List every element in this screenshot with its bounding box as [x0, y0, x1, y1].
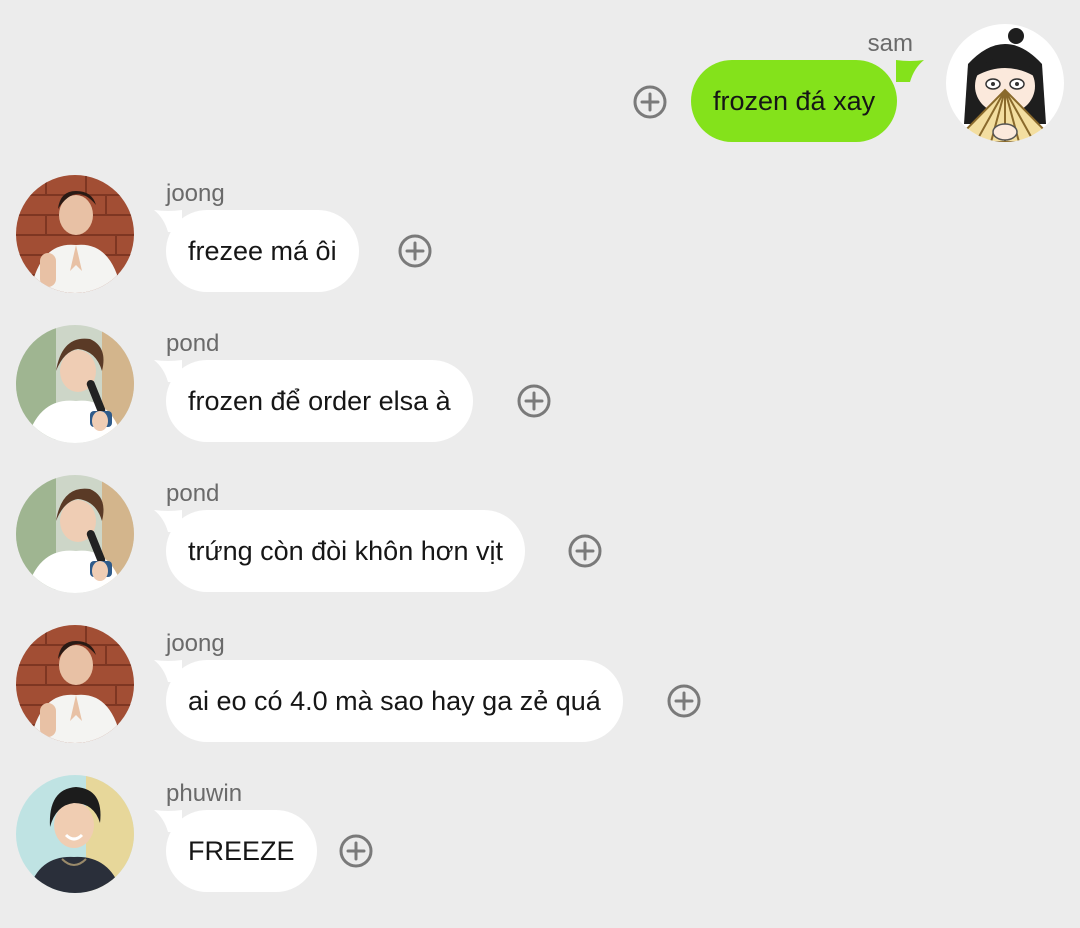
bubble-tail [896, 58, 926, 82]
message-text: frozen để order elsa à [188, 385, 451, 416]
add-reaction-icon[interactable] [632, 84, 668, 120]
sender-name: sam [867, 30, 913, 57]
sender-name: pond [166, 480, 220, 507]
message-incoming: pond trứng còn đòi khôn hơn vịt [0, 450, 1080, 600]
avatar-joong[interactable] [16, 625, 134, 743]
add-reaction-icon[interactable] [516, 383, 552, 419]
add-reaction-icon[interactable] [397, 233, 433, 269]
message-text: trứng còn đòi khôn hơn vịt [188, 535, 503, 566]
add-reaction-icon[interactable] [567, 533, 603, 569]
sender-name: joong [166, 180, 225, 207]
message-incoming: phuwin FREEZE [0, 750, 1080, 900]
add-reaction-icon[interactable] [338, 833, 374, 869]
message-bubble[interactable]: frozen để order elsa à [166, 360, 473, 442]
message-text: frezee má ôi [188, 235, 337, 266]
avatar-pond[interactable] [16, 325, 134, 443]
message-bubble[interactable]: frezee má ôi [166, 210, 359, 292]
message-bubble[interactable]: ai eo có 4.0 mà sao hay ga zẻ quá [166, 660, 623, 742]
message-incoming: pond frozen để order elsa à [0, 300, 1080, 450]
avatar-pond[interactable] [16, 475, 134, 593]
message-outgoing: sam frozen đá xay [0, 0, 1080, 150]
avatar-phuwin[interactable] [16, 775, 134, 893]
message-bubble[interactable]: trứng còn đòi khôn hơn vịt [166, 510, 525, 592]
avatar-sam[interactable] [946, 24, 1064, 142]
message-text: frozen đá xay [713, 85, 876, 116]
message-bubble[interactable]: frozen đá xay [691, 60, 898, 142]
add-reaction-icon[interactable] [666, 683, 702, 719]
avatar-joong[interactable] [16, 175, 134, 293]
message-incoming: joong frezee má ôi [0, 150, 1080, 300]
chat-thread: sam frozen đá xay joong frezee má ôi pon… [0, 0, 1080, 928]
sender-name: pond [166, 330, 220, 357]
message-bubble[interactable]: FREEZE [166, 810, 317, 892]
message-text: FREEZE [188, 835, 295, 866]
message-incoming: joong ai eo có 4.0 mà sao hay ga zẻ quá [0, 600, 1080, 750]
message-text: ai eo có 4.0 mà sao hay ga zẻ quá [188, 685, 601, 716]
sender-name: joong [166, 630, 225, 657]
sender-name: phuwin [166, 780, 243, 807]
